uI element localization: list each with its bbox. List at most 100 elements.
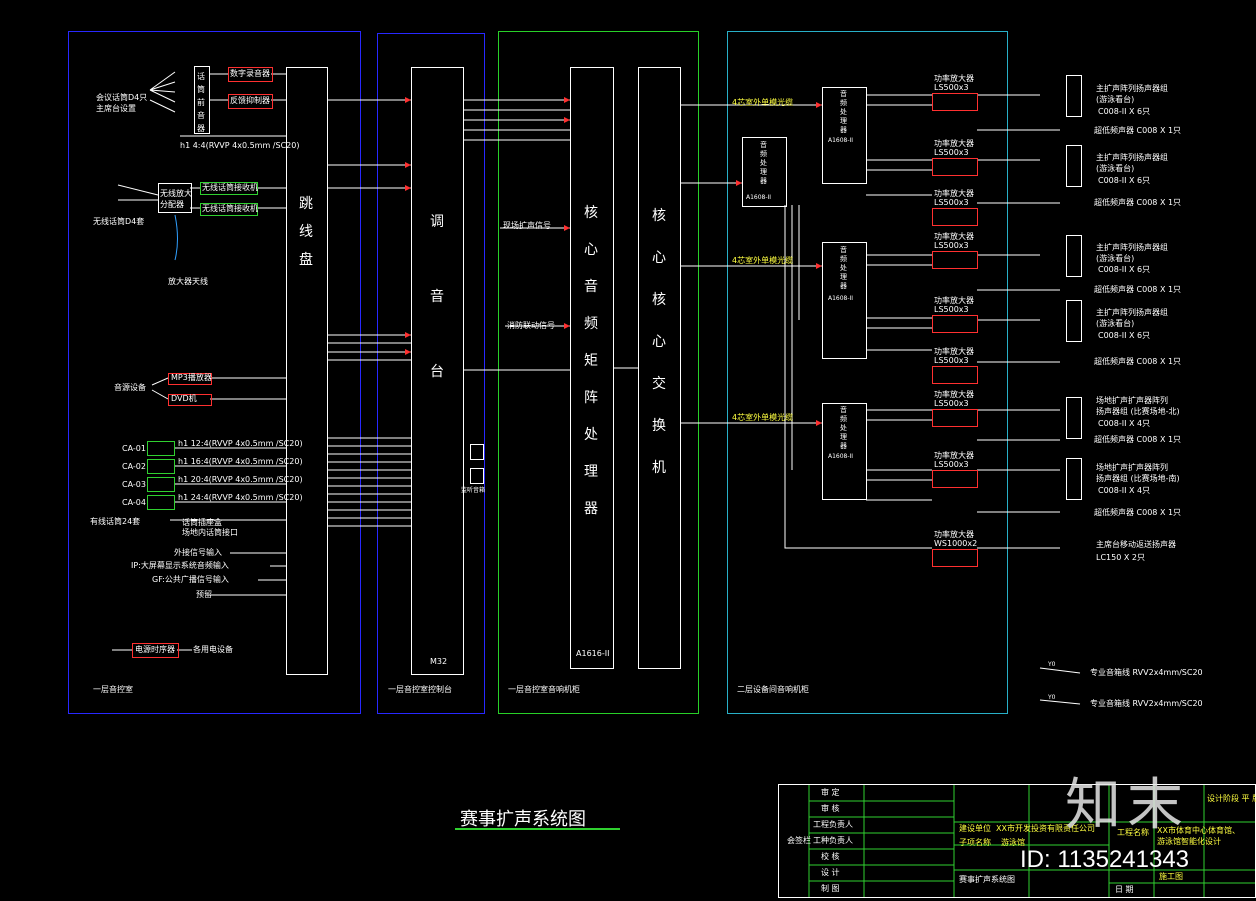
amp-model: LS500x3 xyxy=(934,148,969,157)
amp-model: LS500x3 xyxy=(934,83,969,92)
spk2-count: C008-II X 6只 xyxy=(1098,176,1151,185)
proc3-model: A1608-II xyxy=(828,453,854,460)
ip-in-label: IP:大屏幕显示系统音频输入 xyxy=(131,561,229,570)
fiber2-label: 4芯室外单模光缆 xyxy=(732,256,794,265)
field-mic-label: 有线话筒24套 xyxy=(90,517,141,526)
gf-in-label: GF:公共广播信号输入 xyxy=(152,575,229,584)
proc2-label: 音频处理器 xyxy=(840,246,847,290)
source-label: 音源设备 xyxy=(114,383,146,392)
cable-ca1-label: h1 12:4(RVVP 4x0.5mm /SC20) xyxy=(178,439,303,448)
meeting-mic-label: 会议话筒D4只 主席台设置 xyxy=(96,93,148,113)
tb-r1: 审 定 xyxy=(821,788,840,797)
power-seq-label: 电源时序器 xyxy=(135,645,175,654)
amp-box xyxy=(932,208,978,226)
speaker-array-icon xyxy=(1066,145,1082,187)
fiber1-label: 4芯室外单模光缆 xyxy=(732,98,794,107)
mixer-stack-label: 话筒前音器 xyxy=(197,72,205,133)
matrix-model: A1616-II xyxy=(576,649,610,658)
monitor-label: 监听音箱 xyxy=(461,487,486,494)
amp-label: 功率放大器 xyxy=(934,451,974,460)
amp-model: LS500x3 xyxy=(934,198,969,207)
tb-r4: 工种负责人 xyxy=(813,836,853,845)
cable-ca4-label: h1 24:4(RVVP 4x0.5mm /SC20) xyxy=(178,493,303,502)
dvd-label: DVD机 xyxy=(171,394,197,403)
amp-label: 功率放大器 xyxy=(934,296,974,305)
spk5-count: C008-II X 4只 xyxy=(1098,419,1151,428)
sub2-label: 超低频声器 C008 X 1只 xyxy=(1094,198,1182,207)
digital-recorder-label: 数字录音器 xyxy=(230,69,270,78)
tb-r6: 设 计 xyxy=(821,868,840,877)
cable-y2-label: 专业音箱线 RVV2x4mm/SC20 xyxy=(1090,699,1203,708)
spk5-label: 场地扩声扩声器阵列 扬声器组 (比赛场地-北) xyxy=(1096,396,1180,416)
monitor-speaker-1 xyxy=(470,444,484,460)
sub5-label: 超低频声器 C008 X 1只 xyxy=(1094,435,1182,444)
tb-phase: 设计阶段 平 版 xyxy=(1207,794,1256,803)
amp-model: LS500x3 xyxy=(934,356,969,365)
ext-in-label: 外接信号输入 xyxy=(174,548,222,557)
matrix-label: 核心音频矩阵处理器 xyxy=(584,205,598,517)
title-underline xyxy=(455,828,620,830)
wireless-rx1-label: 无线话筒接收机 xyxy=(202,183,258,192)
amp-label: 功率放大器 xyxy=(934,390,974,399)
amp-label: 功率放大器 xyxy=(934,347,974,356)
ch2-box xyxy=(147,459,175,474)
spk4-count: C008-II X 6只 xyxy=(1098,331,1151,340)
amp-model: LS500x3 xyxy=(934,460,969,469)
ch1-label: CA-01 xyxy=(122,444,146,453)
amp-box xyxy=(932,470,978,488)
monitor-speaker-2 xyxy=(470,468,484,484)
power-use-label: 各用电设备 xyxy=(193,645,233,654)
watermark-id: ID: 1135241343 xyxy=(1020,846,1190,873)
amp-box xyxy=(932,251,978,269)
amp-label: 功率放大器 xyxy=(934,139,974,148)
ch4-box xyxy=(147,495,175,510)
signal2-label: 消防联动信号 xyxy=(507,321,555,330)
patch-panel-box xyxy=(286,67,328,675)
fiber3-label: 4芯室外单模光缆 xyxy=(732,413,794,422)
cable-y-code: Y0 xyxy=(1048,661,1056,668)
wireless-rx2-label: 无线话筒接收机 xyxy=(202,204,258,213)
cable-ca2-label: h1 16:4(RVVP 4x0.5mm /SC20) xyxy=(178,457,303,466)
amp-label: 功率放大器 xyxy=(934,189,974,198)
sub6-label: 超低频声器 C008 X 1只 xyxy=(1094,508,1182,517)
cable-y-label: 专业音箱线 RVV2x4mm/SC20 xyxy=(1090,668,1203,677)
feedback-label: 反馈抑制器 xyxy=(230,96,270,105)
signal1-label: 现场扩声信号 xyxy=(503,221,551,230)
amp-box xyxy=(932,549,978,567)
switch-label: 核心核心交换机 xyxy=(652,208,666,476)
ch1-box xyxy=(147,441,175,456)
tb-r2: 审 核 xyxy=(821,804,840,813)
sub4-label: 超低频声器 C008 X 1只 xyxy=(1094,357,1182,366)
antenna-label: 放大器天线 xyxy=(168,277,208,286)
cable-label-1: h1 4:4(RVVP 4x0.5mm /SC20) xyxy=(180,141,300,150)
spk6-label: 场地扩声扩声器阵列 扬声器组 (比赛场地-南) xyxy=(1096,463,1180,483)
amp-box xyxy=(932,158,978,176)
amp-box xyxy=(932,366,978,384)
main-proc-model: A1608-II xyxy=(746,194,772,201)
amp-box xyxy=(932,315,978,333)
tb-date-label: 日 期 xyxy=(1115,885,1134,894)
proc3-label: 音频处理器 xyxy=(840,406,847,450)
speaker-array-icon xyxy=(1066,75,1082,117)
amp-model: LS500x3 xyxy=(934,241,969,250)
ch2-label: CA-02 xyxy=(122,462,146,471)
main-proc-label: 音频处理器 xyxy=(760,141,767,185)
ch3-box xyxy=(147,477,175,492)
wireless-mic-label: 无线话筒D4套 xyxy=(93,217,145,226)
amp-label: 功率放大器 xyxy=(934,232,974,241)
ch3-label: CA-03 xyxy=(122,480,146,489)
spk2-label: 主扩声阵列扬声器组 (游泳看台) xyxy=(1096,153,1168,173)
amp-model: LS500x3 xyxy=(934,399,969,408)
amp-box xyxy=(932,409,978,427)
spk3-label: 主扩声阵列扬声器组 (游泳看台) xyxy=(1096,243,1168,263)
amp-model: WS1000x2 xyxy=(934,539,978,548)
speaker-array-icon xyxy=(1066,235,1082,277)
tb-r7: 制 图 xyxy=(821,884,840,893)
mp3-label: MP3播放器 xyxy=(171,373,212,382)
proc1-label: 音频处理器 xyxy=(840,90,847,134)
speaker-array-icon xyxy=(1066,397,1082,439)
amp-box xyxy=(932,93,978,111)
watermark-logo: 知末 xyxy=(1065,773,1189,838)
tb-r3: 工程负责人 xyxy=(813,820,853,829)
spk6-count: C008-II X 4只 xyxy=(1098,486,1151,495)
